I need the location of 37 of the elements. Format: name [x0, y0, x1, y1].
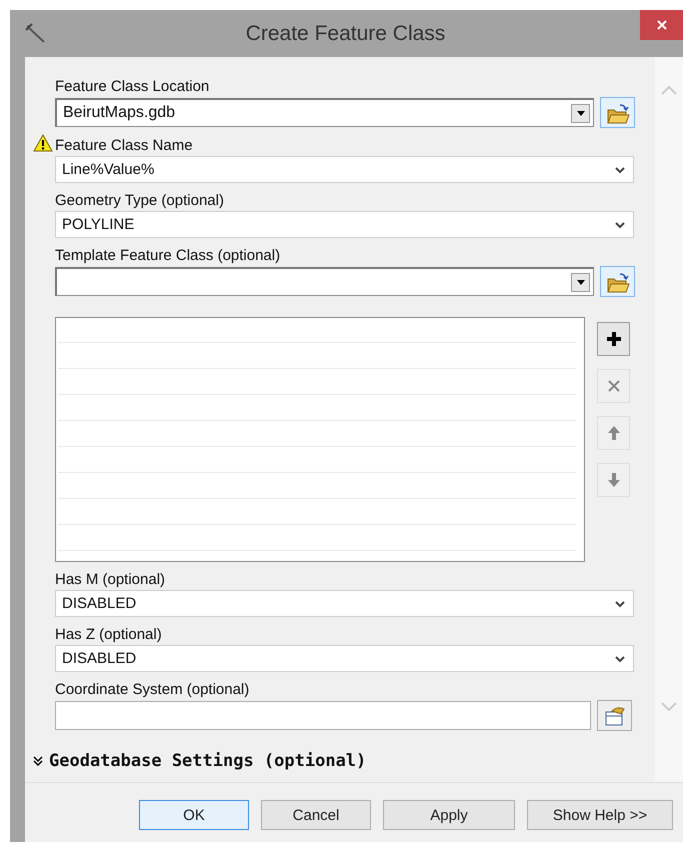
- field-label: Coordinate System (optional): [55, 681, 250, 698]
- browse-button[interactable]: [600, 97, 635, 128]
- field-label: Feature Class Location: [55, 78, 210, 95]
- close-button[interactable]: [640, 10, 683, 40]
- field-label: Has M (optional): [55, 571, 166, 588]
- triangle-down-icon: [576, 110, 586, 116]
- dropdown-field[interactable]: POLYLINE: [55, 211, 634, 238]
- chevron-down-icon: [661, 702, 677, 712]
- field-label: Feature Class Name: [55, 137, 193, 154]
- dropdown-field[interactable]: DISABLED: [55, 590, 634, 617]
- dialog-button[interactable]: Cancel: [261, 800, 371, 830]
- chevron-up-icon: [661, 85, 677, 95]
- add-button[interactable]: [597, 322, 630, 356]
- chevron-down-icon: [33, 756, 43, 766]
- dropdown-field[interactable]: Line%Value%: [55, 156, 634, 183]
- window-title: Create Feature Class: [244, 22, 446, 46]
- dialog-button[interactable]: Apply: [383, 800, 515, 830]
- chevron-down-icon: [615, 166, 625, 174]
- chevron-down-icon: [615, 654, 625, 662]
- field-label: Template Feature Class (optional): [55, 247, 280, 264]
- field-label: Geometry Type (optional): [55, 192, 224, 209]
- dropdown-arrow-button[interactable]: [571, 104, 590, 122]
- combo-box[interactable]: [55, 267, 594, 296]
- combo-box[interactable]: BeirutMaps.gdb: [55, 98, 594, 127]
- properties-button[interactable]: [597, 700, 632, 731]
- browse-button[interactable]: [600, 266, 635, 297]
- input-field[interactable]: [55, 701, 591, 730]
- chevron-down-icon: [615, 600, 625, 608]
- section-toggle[interactable]: Geodatabase Settings (optional): [33, 751, 366, 771]
- dropdown-arrow-button[interactable]: [571, 272, 590, 292]
- dialog-button[interactable]: OK: [139, 800, 249, 830]
- triangle-down-icon: [576, 278, 586, 286]
- close-icon: [656, 20, 666, 30]
- dialog-button[interactable]: Show Help >>: [527, 800, 673, 830]
- field-label: Has Z (optional): [55, 626, 162, 643]
- dropdown-field[interactable]: DISABLED: [55, 645, 634, 672]
- chevron-down-icon: [615, 220, 625, 228]
